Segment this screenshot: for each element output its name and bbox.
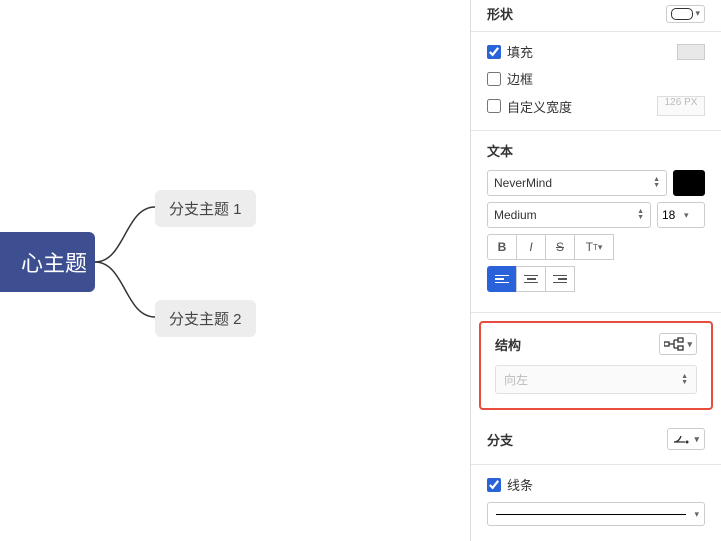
fill-color-swatch[interactable] <box>677 44 705 60</box>
border-row: 边框 <box>487 69 705 88</box>
bold-button[interactable]: B <box>487 234 517 260</box>
line-checkbox[interactable] <box>487 478 501 492</box>
spinner-icon: ▲▼ <box>637 209 644 221</box>
spinner-icon: ▲▼ <box>653 177 660 189</box>
branch-curve-icon <box>673 432 691 446</box>
font-family-select[interactable]: NeverMind ▲▼ <box>487 170 667 196</box>
border-label: 边框 <box>507 69 533 88</box>
line-style-dropdown[interactable]: ▾ <box>487 502 705 526</box>
structure-type-dropdown[interactable]: ▾ <box>659 333 697 355</box>
shape-dropdown[interactable]: ▾ <box>666 5 705 23</box>
shape-label: 形状 <box>487 4 513 23</box>
line-label: 线条 <box>507 475 533 494</box>
properties-panel: 形状 ▾ 填充 边框 自定义宽度 126 PX <box>470 0 721 541</box>
fill-checkbox[interactable] <box>487 45 501 59</box>
align-center-button[interactable] <box>516 266 546 292</box>
mindmap-canvas[interactable]: 心主题 分支主题 1 分支主题 2 <box>0 0 470 541</box>
shape-section: 形状 ▾ <box>471 0 721 32</box>
structure-label: 结构 <box>495 335 521 354</box>
font-weight-select[interactable]: Medium ▲▼ <box>487 202 651 228</box>
align-right-button[interactable] <box>545 266 575 292</box>
text-case-button[interactable]: TT ▾ <box>574 234 614 260</box>
custom-width-checkbox[interactable] <box>487 99 501 113</box>
font-size-input[interactable]: ▾ <box>657 202 705 228</box>
italic-button[interactable]: I <box>516 234 546 260</box>
spinner-icon: ▲▼ <box>681 374 688 386</box>
appearance-section: 填充 边框 自定义宽度 126 PX <box>471 32 721 131</box>
custom-width-label: 自定义宽度 <box>507 97 572 116</box>
text-align-toolbar <box>487 266 705 292</box>
chevron-down-icon: ▾ <box>684 210 689 221</box>
text-section-label: 文本 <box>487 141 513 160</box>
text-style-toolbar: B I S TT ▾ <box>487 234 705 260</box>
structure-direction-select[interactable]: 向左 ▲▼ <box>495 365 697 394</box>
rounded-rect-icon <box>671 8 693 20</box>
connector-lines <box>95 192 155 332</box>
chevron-down-icon: ▾ <box>694 434 699 445</box>
chevron-down-icon: ▾ <box>695 8 700 19</box>
chevron-down-icon: ▾ <box>687 339 692 350</box>
border-checkbox[interactable] <box>487 72 501 86</box>
structure-section: 结构 ▾ 向左 ▲▼ <box>479 321 713 410</box>
custom-width-row: 自定义宽度 126 PX <box>487 96 705 116</box>
align-left-button[interactable] <box>487 266 517 292</box>
text-section: 文本 NeverMind ▲▼ Medium ▲▼ ▾ B I S TT ▾ <box>471 131 721 313</box>
branch-style-dropdown[interactable]: ▾ <box>667 428 705 450</box>
fill-row: 填充 <box>487 42 705 61</box>
central-topic-node[interactable]: 心主题 <box>0 232 95 292</box>
line-section: 线条 ▾ <box>471 465 721 540</box>
fill-label: 填充 <box>507 42 533 61</box>
branch-section: 分支 ▾ <box>471 418 721 465</box>
strikethrough-button[interactable]: S <box>545 234 575 260</box>
text-color-swatch[interactable] <box>673 170 705 196</box>
structure-right-icon <box>664 337 684 351</box>
branch-topic-1[interactable]: 分支主题 1 <box>155 190 256 227</box>
custom-width-input[interactable]: 126 PX <box>657 96 705 116</box>
branch-topic-2[interactable]: 分支主题 2 <box>155 300 256 337</box>
branch-label: 分支 <box>487 430 513 449</box>
chevron-down-icon: ▾ <box>694 509 699 520</box>
